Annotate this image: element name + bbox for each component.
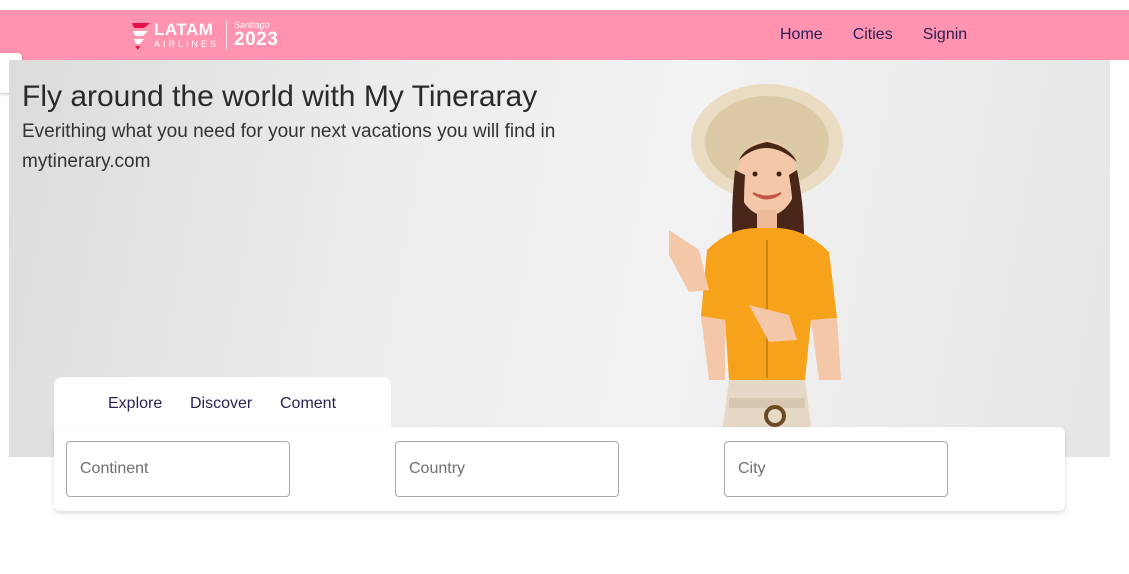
continent-field	[66, 441, 290, 497]
hero-woman-illustration	[669, 84, 843, 457]
hero-title: Fly around the world with My Tineraray	[22, 80, 538, 113]
country-field	[395, 441, 619, 497]
latam-logo-icon	[132, 23, 150, 50]
city-field	[724, 441, 948, 497]
logo-sub-text: AIRLINES	[154, 39, 220, 49]
top-navbar: LATAM AIRLINES Santiago 2023 Home Cities…	[0, 10, 1129, 60]
main-nav: Home Cities Signin	[780, 26, 997, 44]
logo-brand-text: LATAM	[154, 20, 214, 39]
nav-home-link[interactable]: Home	[780, 26, 823, 44]
country-input[interactable]	[396, 442, 618, 496]
latam-logo[interactable]: LATAM AIRLINES Santiago 2023	[130, 18, 278, 52]
nav-cities-link[interactable]: Cities	[853, 26, 893, 44]
tab-explore[interactable]: Explore	[108, 395, 162, 413]
continent-input[interactable]	[67, 442, 289, 496]
tab-discover[interactable]: Discover	[190, 395, 252, 413]
search-panel	[54, 427, 1065, 511]
tab-coment[interactable]: Coment	[280, 395, 336, 413]
logo-event-year: 2023	[234, 29, 279, 50]
logo-divider	[226, 20, 228, 50]
hero-subtitle: Everithing what you need for your next v…	[22, 121, 556, 172]
nav-signin-link[interactable]: Signin	[923, 26, 967, 44]
city-input[interactable]	[725, 442, 947, 496]
